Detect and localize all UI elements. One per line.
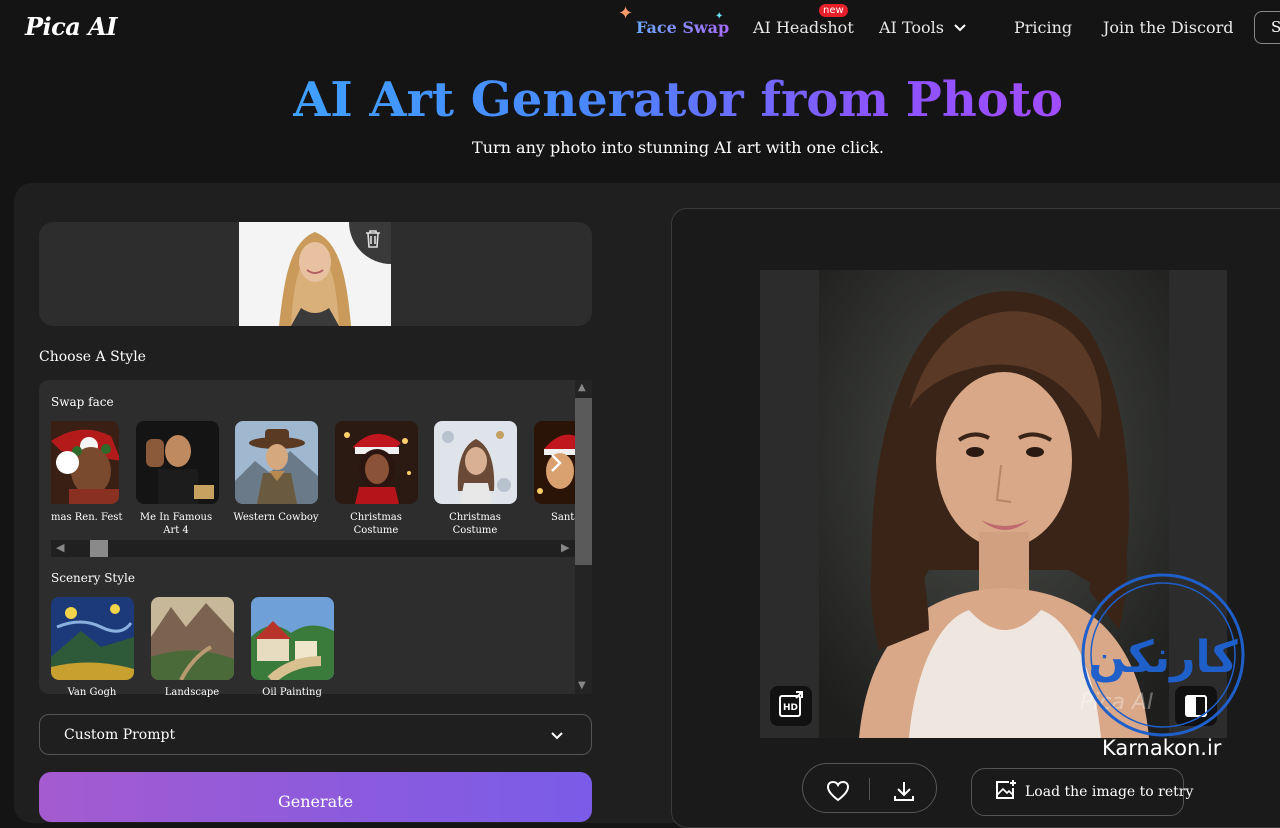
style-label: mas Ren. Fest	[51, 512, 123, 523]
style-thumb-landscape[interactable]	[151, 597, 234, 680]
horizontal-scrollbar[interactable]	[51, 540, 575, 557]
scenery-style-heading: Scenery Style	[51, 571, 135, 585]
style-thumb-western-cowboy[interactable]	[235, 421, 318, 504]
style-label: Santa	[551, 512, 575, 523]
scroll-left-arrow-icon[interactable]: ◀	[56, 541, 64, 554]
nav-pricing[interactable]: Pricing	[1014, 18, 1072, 37]
style-thumb-van-gogh[interactable]	[51, 597, 134, 680]
generate-label: Generate	[277, 792, 354, 811]
style-select-radio[interactable]	[56, 451, 79, 474]
chevron-right-icon[interactable]	[548, 453, 564, 473]
trash-icon	[366, 230, 380, 248]
nav-join-discord[interactable]: Join the Discord	[1103, 18, 1233, 37]
page-title-text: AI Art Generator from Photo	[292, 72, 1063, 128]
swap-face-heading: Swap face	[51, 395, 114, 409]
style-label: Christmas Costume	[350, 512, 402, 536]
nav-ai-tools[interactable]: AI Tools	[879, 18, 944, 37]
style-thumb-oil-painting[interactable]	[251, 597, 334, 680]
custom-prompt-label: Custom Prompt	[64, 727, 176, 743]
add-image-icon	[996, 780, 1016, 799]
sparkle-icon: ✦	[618, 3, 634, 24]
style-label: Me In Famous Art 4	[139, 512, 213, 536]
sign-in-button[interactable]: S	[1254, 11, 1280, 44]
pica-ai-logo[interactable]: Pica AI	[25, 12, 118, 41]
chevron-down-icon[interactable]	[550, 729, 564, 743]
generate-button[interactable]: Generate	[39, 772, 592, 822]
style-thumb-christmas-costume-1[interactable]	[335, 421, 418, 504]
retry-label: Load the image to retry	[1025, 784, 1194, 800]
horizontal-scroll-thumb[interactable]	[90, 540, 108, 557]
scroll-right-arrow-icon[interactable]: ▶	[561, 541, 569, 554]
divider	[869, 778, 870, 800]
style-thumb-christmas-costume-2[interactable]	[434, 421, 517, 504]
hd-upscale-button[interactable]: HD	[770, 686, 812, 726]
style-label: Landscape	[164, 687, 220, 698]
style-label: Christmas Costume	[449, 512, 501, 536]
nav-face-swap[interactable]: Face Swap	[636, 18, 729, 37]
download-icon[interactable]	[892, 780, 916, 802]
karnakon-watermark-logo: کارنکن	[1081, 573, 1245, 737]
style-label: Western Cowboy	[233, 512, 319, 523]
vertical-scroll-thumb[interactable]	[575, 398, 592, 565]
stamp-text: کارنکن	[1088, 632, 1238, 683]
style-thumb-famous-art[interactable]	[136, 421, 219, 504]
svg-text:HD: HD	[783, 703, 798, 713]
karnakon-site-label: Karnakon.ir	[1102, 736, 1222, 760]
hd-icon: HD	[779, 691, 803, 717]
nav-ai-headshot[interactable]: AI Headshot	[753, 18, 854, 37]
scroll-up-arrow-icon[interactable]: ▲	[578, 382, 586, 393]
style-label: Van Gogh	[67, 687, 117, 698]
choose-style-label: Choose A Style	[39, 349, 146, 365]
style-label: Oil Painting	[262, 687, 322, 698]
page-subtitle: Turn any photo into stunning AI art with…	[472, 138, 884, 157]
new-badge: new	[819, 4, 848, 17]
chevron-down-icon[interactable]	[953, 21, 967, 35]
page-title: AI Art Generator from Photo	[0, 72, 1280, 128]
heart-icon[interactable]	[826, 780, 850, 802]
scroll-down-arrow-icon[interactable]: ▼	[578, 680, 586, 691]
